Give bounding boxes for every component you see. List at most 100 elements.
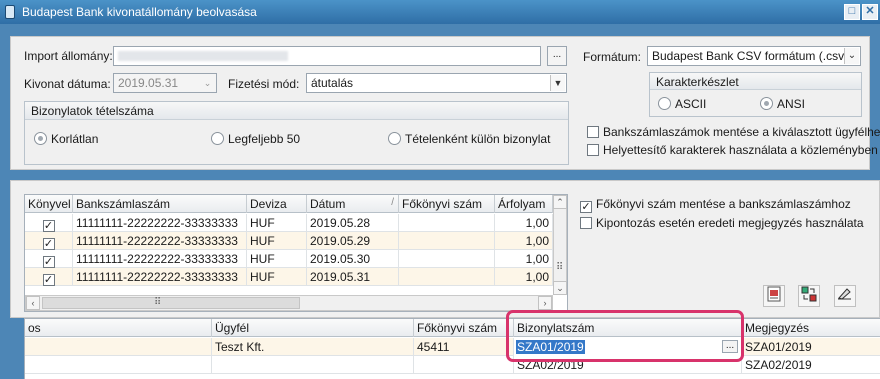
radio-icon [658,97,671,110]
date-cell[interactable]: 2019.05.31 [307,268,399,286]
chevron-down-icon[interactable]: ⌄ [844,48,859,64]
app-icon [5,5,15,19]
radio-ansi-label: ANSI [777,97,806,111]
radio-unlimited[interactable]: Korlátlan [34,132,98,146]
browse-button[interactable]: ... [547,46,567,66]
scroll-up-icon[interactable]: ⌃ [553,195,567,209]
date-cell[interactable]: 2019.05.28 [307,214,399,232]
post-cell[interactable]: ✓ [25,250,73,268]
format-select[interactable]: Budapest Bank CSV formátum (.csv) ⌄ [647,46,861,66]
radio-max50-label: Legfeljebb 50 [228,132,301,146]
account-cell[interactable]: 11111111-22222222-33333333 [73,232,247,250]
post-cell[interactable]: ✓ [25,268,73,286]
os-cell[interactable] [25,356,212,374]
table-row[interactable]: ✓ 11111111-22222222-33333333 HUF 2019.05… [25,214,553,232]
checkbox-icon: ✓ [42,238,55,250]
format-label: Formátum: [583,50,642,64]
scroll-thumb[interactable] [42,297,300,309]
account-cell[interactable]: 11111111-22222222-33333333 [73,250,247,268]
post-cell[interactable]: ✓ [25,232,73,250]
save-ledger-label: Főkönyvi szám mentése a bankszámlaszámho… [596,197,851,211]
scroll-right-icon[interactable]: › [538,296,552,310]
radio-ascii-label: ASCII [675,97,707,111]
currency-cell[interactable]: HUF [247,250,307,268]
radio-ascii[interactable]: ASCII [658,97,706,111]
col-header-os[interactable]: os [25,319,212,337]
import-file-field[interactable] [113,46,541,66]
table-row[interactable]: ✓ 11111111-22222222-33333333 HUF 2019.05… [25,268,553,286]
ledger-cell[interactable] [399,232,495,250]
note-cell[interactable]: SZA02/2019 [742,356,880,374]
radio-unlimited-label: Korlátlan [51,132,99,146]
note-cell[interactable]: SZA01/2019 [742,338,880,356]
table-row[interactable]: ✓ 11111111-22222222-33333333 HUF 2019.05… [25,232,553,250]
settings-icon[interactable] [798,285,820,307]
col-header-date-label: Dátum [310,197,346,211]
ledger-cell[interactable] [414,356,514,374]
account-cell[interactable]: 11111111-22222222-33333333 [73,268,247,286]
col-header-client[interactable]: Ügyfél [212,319,414,337]
kipontozas-option[interactable]: Kipontozás esetén eredeti megjegyzés has… [580,216,864,230]
accounts-grid: Könyvel Bankszámlaszám Deviza Dátum / Fők… [24,194,568,312]
col-header-currency[interactable]: Deviza [247,195,307,213]
account-cell[interactable]: 11111111-22222222-33333333 [73,214,247,232]
col-header-post[interactable]: Könyvel [25,195,73,213]
payment-select[interactable]: átutalás ▼ [306,73,567,93]
window-title: Budapest Bank kivonatállomány beolvasása [22,5,257,19]
table-row[interactable]: ✓ 11111111-22222222-33333333 HUF 2019.05… [25,250,553,268]
col-header-account[interactable]: Bankszámlaszám [73,195,247,213]
post-cell[interactable]: ✓ [25,214,73,232]
currency-cell[interactable]: HUF [247,232,307,250]
ledger-cell[interactable] [399,268,495,286]
grip-icon: ⠿ [154,297,162,308]
save-accounts-option[interactable]: Bankszámlaszámok mentése a kiválasztott … [587,125,880,139]
col-header-ledger[interactable]: Főkönyvi szám [414,319,514,337]
format-value: Budapest Bank CSV formátum (.csv) [652,49,849,63]
items-group-title: Bizonylatok tételszáma [25,102,568,120]
ledger-cell[interactable]: 45411 [414,338,514,356]
kipontozas-label: Kipontozás esetén eredeti megjegyzés has… [596,216,864,230]
close-button[interactable]: ✕ [862,4,878,20]
date-cell[interactable]: 2019.05.29 [307,232,399,250]
rate-cell[interactable]: 1,00 [495,268,553,286]
checkbox-icon [580,217,592,229]
grid-header: Könyvel Bankszámlaszám Deviza Dátum / Fők… [25,195,553,213]
os-cell[interactable] [25,338,212,356]
currency-cell[interactable]: HUF [247,268,307,286]
horizontal-scrollbar[interactable]: ‹ ⠿ › [25,295,553,311]
checkbox-icon: ✓ [42,274,55,286]
radio-separate-label: Tételenként külön bizonylat [405,132,551,146]
client-cell[interactable] [212,356,414,374]
client-cell[interactable]: Teszt Kft. [212,338,414,356]
sort-icon: / [391,197,394,208]
col-header-date[interactable]: Dátum / [307,195,399,213]
save-ledger-option[interactable]: ✓ Főkönyvi szám mentése a bankszámlaszámh… [580,197,851,213]
chevron-down-icon[interactable]: ▼ [550,75,565,91]
col-header-rate[interactable]: Árfolyam [495,195,553,213]
grip-icon[interactable]: ⠿ [556,262,563,273]
date-cell[interactable]: 2019.05.30 [307,250,399,268]
date-field[interactable]: 2019.05.31 ⌄ [113,73,217,93]
rate-cell[interactable]: 1,00 [495,232,553,250]
scroll-down-icon[interactable]: ⌄ [553,281,567,295]
col-header-note[interactable]: Megjegyzés [742,319,880,337]
chevron-down-icon[interactable]: ⌄ [200,75,215,91]
radio-separate[interactable]: Tételenként külön bizonylat [388,132,550,146]
scroll-left-icon[interactable]: ‹ [26,296,40,310]
radio-max50[interactable]: Legfeljebb 50 [211,132,300,146]
maximize-button[interactable]: □ [844,4,860,20]
replace-chars-option[interactable]: Helyettesítő karakterek használata a köz… [587,143,878,157]
rate-cell[interactable]: 1,00 [495,250,553,268]
rate-cell[interactable]: 1,00 [495,214,553,232]
vertical-scrollbar[interactable]: ⌃ ⠿ ⌄ [553,195,567,295]
table-row[interactable]: Teszt Kft. 45411 SZA01/2019 ... SZA01/20… [25,338,880,356]
table-row[interactable]: SZA02/2019 SZA02/2019 [25,356,880,374]
ledger-cell[interactable] [399,214,495,232]
ledger-cell[interactable] [399,250,495,268]
edit-icon[interactable] [834,285,856,307]
currency-cell[interactable]: HUF [247,214,307,232]
radio-ansi[interactable]: ANSI [760,97,805,111]
col-header-ledger[interactable]: Főkönyvi szám [399,195,495,213]
report-icon[interactable] [763,285,785,307]
documents-grid: os Ügyfél Főkönyvi szám Bizonylatszám Me… [24,318,880,379]
